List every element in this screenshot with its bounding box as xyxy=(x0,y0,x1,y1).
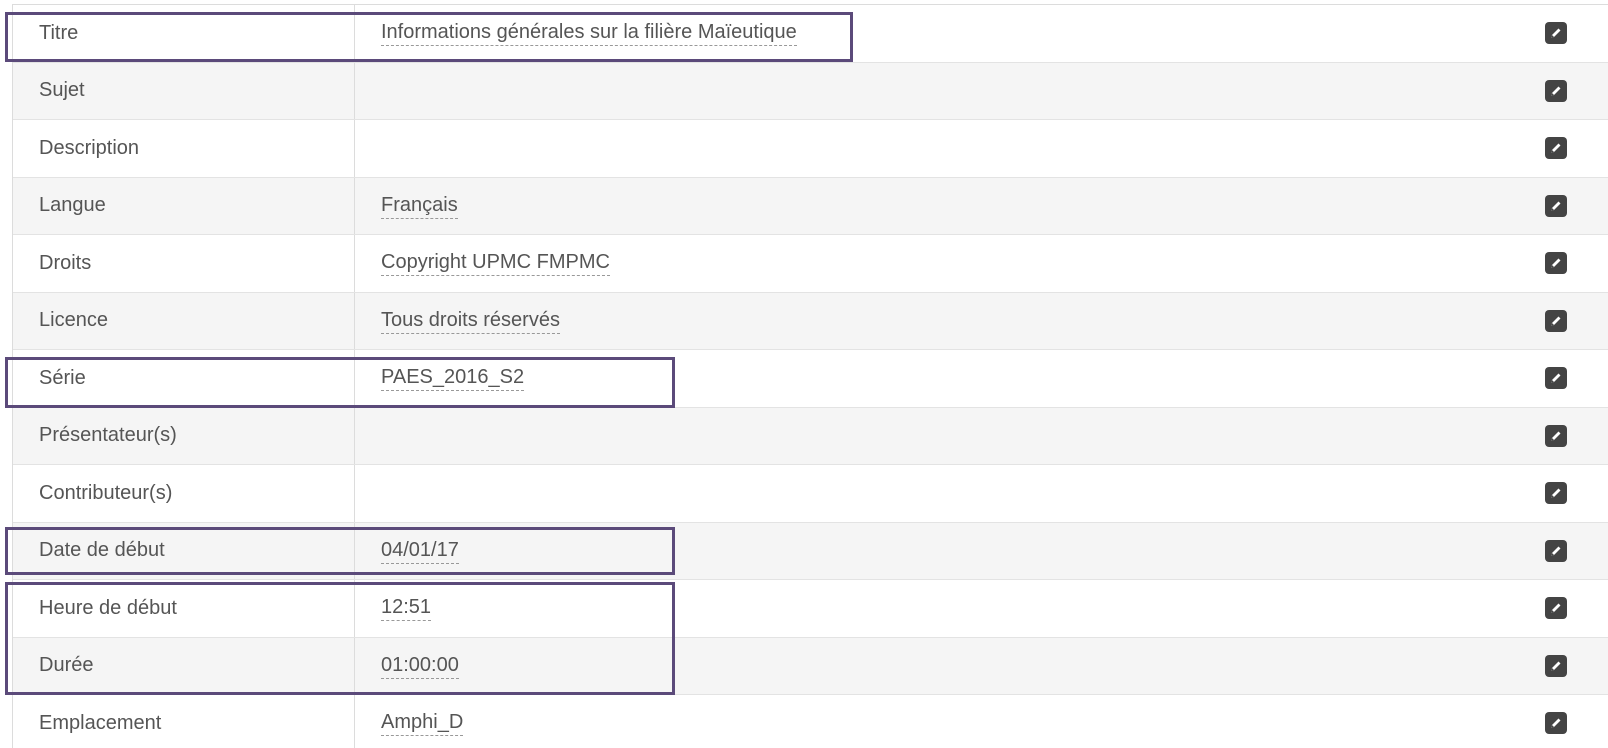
edit-button[interactable] xyxy=(1545,367,1567,390)
pencil-icon xyxy=(1551,316,1561,326)
row-label: Sujet xyxy=(13,62,355,119)
row-value-cell: Français xyxy=(355,178,1608,235)
row-value[interactable]: Copyright UPMC FMPMC xyxy=(381,250,610,277)
pencil-icon xyxy=(1551,86,1561,96)
row-value-cell: Copyright UPMC FMPMC xyxy=(355,235,1608,292)
pencil-icon xyxy=(1551,661,1561,671)
row-value[interactable]: Tous droits réservés xyxy=(381,308,560,334)
edit-button[interactable] xyxy=(1545,539,1567,562)
row-value[interactable]: 01:00:00 xyxy=(381,653,459,679)
edit-button[interactable] xyxy=(1545,712,1567,735)
table-row-date-debut: Date de début 04/01/17 xyxy=(13,522,1608,580)
edit-button[interactable] xyxy=(1545,654,1567,677)
table-row-licence: Licence Tous droits réservés xyxy=(13,292,1608,350)
row-label: Langue xyxy=(13,177,355,234)
row-label: Heure de début xyxy=(13,580,355,637)
table-row-titre: Titre Informations générales sur la fili… xyxy=(13,5,1608,63)
metadata-page: Titre Informations générales sur la fili… xyxy=(0,0,1608,748)
row-value-cell: Informations générales sur la filière Ma… xyxy=(355,5,1608,62)
pencil-icon xyxy=(1551,28,1561,39)
row-label: Droits xyxy=(13,235,355,292)
table-row-droits: Droits Copyright UPMC FMPMC xyxy=(13,235,1608,293)
row-value-cell: PAES_2016_S2 xyxy=(355,350,1608,407)
row-label: Licence xyxy=(13,292,355,349)
row-value-cell xyxy=(355,120,1608,177)
edit-button[interactable] xyxy=(1545,309,1567,332)
edit-button[interactable] xyxy=(1545,252,1567,275)
row-value[interactable]: Français xyxy=(381,193,458,219)
pencil-icon xyxy=(1551,718,1561,729)
table-row-description: Description xyxy=(13,120,1608,178)
edit-button[interactable] xyxy=(1545,424,1567,447)
pencil-icon xyxy=(1551,546,1561,556)
edit-button[interactable] xyxy=(1545,79,1567,102)
pencil-icon xyxy=(1551,201,1561,211)
row-label: Emplacement xyxy=(13,695,355,748)
row-value-cell: 01:00:00 xyxy=(355,638,1608,695)
row-value-cell: 12:51 xyxy=(355,580,1608,637)
row-value-cell: Amphi_D xyxy=(355,695,1608,748)
metadata-table: Titre Informations générales sur la fili… xyxy=(12,4,1608,748)
row-value-cell: 04/01/17 xyxy=(355,523,1608,580)
row-value[interactable]: Informations générales sur la filière Ma… xyxy=(381,20,797,47)
edit-button[interactable] xyxy=(1545,137,1567,160)
pencil-icon xyxy=(1551,258,1561,269)
table-row-langue: Langue Français xyxy=(13,177,1608,235)
pencil-icon xyxy=(1551,603,1561,614)
pencil-icon xyxy=(1551,143,1561,154)
edit-button[interactable] xyxy=(1545,597,1567,620)
row-label: Présentateur(s) xyxy=(13,407,355,464)
row-label: Description xyxy=(13,120,355,177)
row-value-cell xyxy=(355,465,1608,522)
table-row-sujet: Sujet xyxy=(13,62,1608,120)
row-value-cell xyxy=(355,408,1608,465)
table-row-emplacement: Emplacement Amphi_D xyxy=(13,695,1608,748)
row-value[interactable]: PAES_2016_S2 xyxy=(381,365,525,392)
pencil-icon xyxy=(1551,373,1561,384)
row-label: Titre xyxy=(13,5,355,62)
pencil-icon xyxy=(1551,431,1561,441)
edit-button[interactable] xyxy=(1545,22,1567,45)
table-row-presentateurs: Présentateur(s) xyxy=(13,407,1608,465)
row-value[interactable]: 04/01/17 xyxy=(381,538,459,564)
row-value-cell: Tous droits réservés xyxy=(355,293,1608,350)
table-row-heure-debut: Heure de début 12:51 xyxy=(13,580,1608,638)
row-value-cell xyxy=(355,63,1608,120)
edit-button[interactable] xyxy=(1545,194,1567,217)
row-label: Date de début xyxy=(13,522,355,579)
table-row-serie: Série PAES_2016_S2 xyxy=(13,350,1608,408)
table-row-contributeurs: Contributeur(s) xyxy=(13,465,1608,523)
row-label: Contributeur(s) xyxy=(13,465,355,522)
row-value[interactable]: 12:51 xyxy=(381,595,432,622)
edit-button[interactable] xyxy=(1545,482,1567,505)
row-label: Série xyxy=(13,350,355,407)
table-row-duree: Durée 01:00:00 xyxy=(13,637,1608,695)
pencil-icon xyxy=(1551,488,1561,499)
row-label: Durée xyxy=(13,637,355,694)
row-value[interactable]: Amphi_D xyxy=(381,710,464,737)
